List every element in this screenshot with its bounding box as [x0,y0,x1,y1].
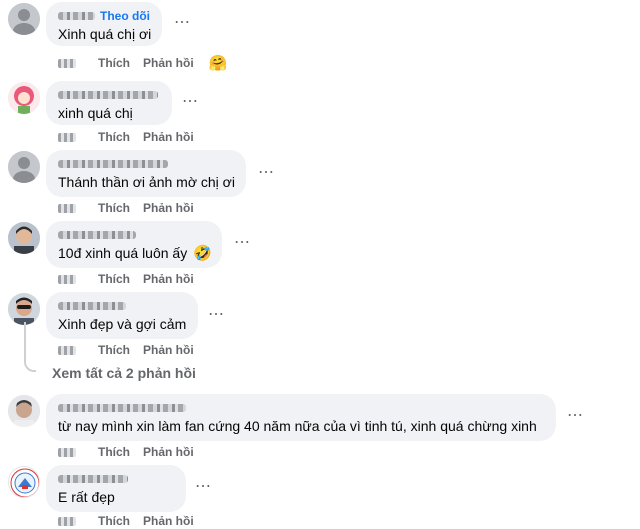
reply-thread-connector [24,322,36,372]
profile-photo-icon [8,222,40,254]
reply-button[interactable]: Phản hồi [143,272,194,286]
more-options-icon[interactable]: ⋯ [182,94,199,110]
avatar[interactable] [8,222,40,254]
author-name[interactable] [58,400,544,416]
comment-bubble: Theo dõi Xinh quá chị ơi [46,2,162,46]
comment-actions: Thích Phản hồi [58,200,207,216]
comment-bubble: E rất đẹp [46,465,186,512]
comment-text: E rất đẹp [58,489,115,505]
comment-text: Xinh quá chị ơi [58,26,152,42]
like-button[interactable]: Thích [98,445,130,459]
comment-bubble: xinh quá chị [46,81,172,125]
blurred-author-name [58,160,168,168]
reply-button[interactable]: Phản hồi [143,514,194,528]
avatar[interactable] [8,82,40,114]
comment-text: Thánh thần ơi ảnh mờ chị ơi [58,174,235,190]
blurred-author-name [58,231,136,239]
comment-bubble: Xinh đẹp và gợi cảm [46,292,198,339]
avatar[interactable] [8,293,40,325]
more-options-icon[interactable]: ⋯ [208,307,225,323]
comment-text: 10đ xinh quá luôn ấy 🤣 [58,244,212,263]
like-button[interactable]: Thích [98,514,130,528]
comment-bubble: từ nay mình xin làm fan cứng 40 năm nữa … [46,394,556,441]
more-options-icon[interactable]: ⋯ [567,408,584,424]
timestamp[interactable] [58,274,76,284]
comment-text: từ nay mình xin làm fan cứng 40 năm nữa … [58,418,537,434]
blurred-author-name [58,91,158,99]
author-name[interactable] [58,156,234,172]
reply-button[interactable]: Phản hồi [143,56,194,70]
comment-actions: Thích Phản hồi [58,513,207,529]
default-user-icon [8,3,40,35]
more-options-icon[interactable]: ⋯ [174,15,191,31]
timestamp[interactable] [58,58,76,68]
avatar[interactable] [8,151,40,183]
reply-button[interactable]: Phản hồi [143,343,194,357]
more-options-icon[interactable]: ⋯ [234,235,251,251]
more-options-icon[interactable]: ⋯ [258,165,275,181]
blurred-author-name [58,475,128,483]
profile-photo-icon [8,293,40,325]
profile-photo-icon [8,395,40,427]
author-name[interactable]: Theo dõi [58,8,150,24]
timestamp[interactable] [58,345,76,355]
reaction-emoji[interactable]: 🤗 [209,54,228,72]
view-all-replies-link[interactable]: Xem tất cả 2 phản hồi [52,365,196,381]
school-logo-icon [10,468,39,497]
blurred-author-name [58,302,126,310]
comment-actions: Thích Phản hồi [58,271,207,287]
avatar[interactable] [8,3,40,35]
like-button[interactable]: Thích [98,130,130,144]
author-name[interactable] [58,298,186,314]
comment-text: Xinh đẹp và gợi cảm [58,316,187,332]
comment-actions: Thích Phản hồi [58,129,207,145]
timestamp[interactable] [58,203,76,213]
reply-button[interactable]: Phản hồi [143,445,194,459]
author-name[interactable] [58,227,210,243]
comment-text-content: 10đ xinh quá luôn ấy [58,245,188,261]
author-name[interactable] [58,471,174,487]
avatar[interactable] [8,395,40,427]
anime-avatar-icon [8,82,40,114]
comment-actions: Thích Phản hồi [58,444,207,460]
reply-button[interactable]: Phản hồi [143,130,194,144]
comment-bubble: 10đ xinh quá luôn ấy 🤣 [46,221,222,268]
like-button[interactable]: Thích [98,343,130,357]
comment-actions: Thích Phản hồi 🤗 [58,54,228,72]
comment-bubble: Thánh thần ơi ảnh mờ chị ơi [46,150,246,197]
blurred-author-name [58,404,186,412]
reply-button[interactable]: Phản hồi [143,201,194,215]
more-options-icon[interactable]: ⋯ [195,479,212,495]
comment-text: xinh quá chị [58,105,133,121]
timestamp[interactable] [58,447,76,457]
like-button[interactable]: Thích [98,201,130,215]
follow-button[interactable]: Theo dõi [100,8,150,24]
comment-actions: Thích Phản hồi [58,342,207,358]
laughing-emoji-icon: 🤣 [193,245,212,262]
default-user-icon [8,151,40,183]
like-button[interactable]: Thích [98,56,130,70]
timestamp[interactable] [58,516,76,526]
like-button[interactable]: Thích [98,272,130,286]
author-name[interactable] [58,87,160,103]
blurred-author-name [58,12,95,20]
avatar[interactable] [8,466,40,498]
timestamp[interactable] [58,132,76,142]
